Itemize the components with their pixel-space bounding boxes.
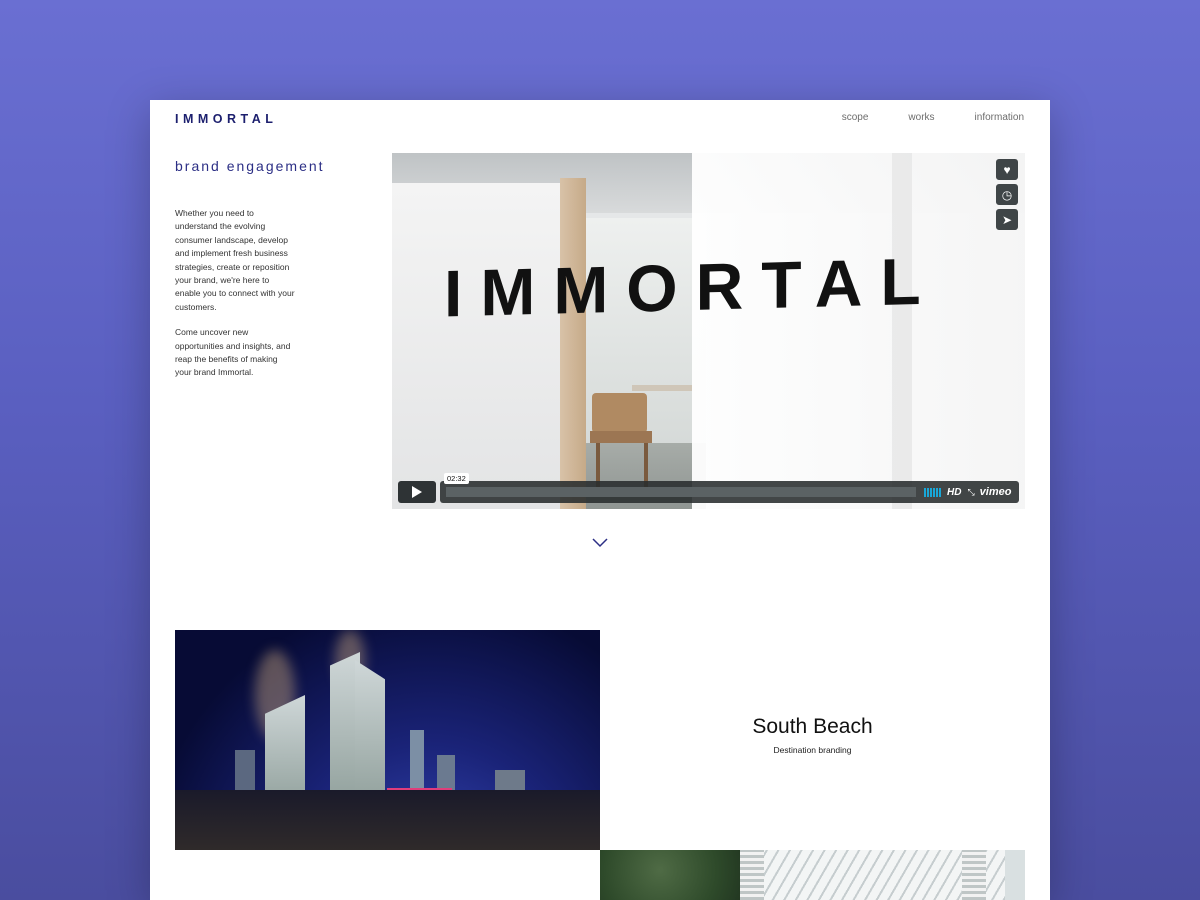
nav-works[interactable]: works bbox=[908, 112, 934, 123]
video-frame-glass bbox=[692, 153, 1025, 509]
volume-icon[interactable] bbox=[924, 487, 941, 497]
intro-paragraph-1: Whether you need to understand the evolv… bbox=[175, 208, 295, 312]
control-bar: 02:32 HD ⤡ vimeo bbox=[440, 473, 1019, 503]
video-frame-glass-edge bbox=[892, 153, 912, 509]
clock-icon[interactable]: ◷ bbox=[996, 184, 1018, 205]
south-beach-image[interactable] bbox=[175, 630, 600, 850]
send-icon[interactable]: ➤ bbox=[996, 209, 1018, 230]
nav-scope[interactable]: scope bbox=[842, 112, 869, 123]
fullscreen-icon[interactable]: ⤡ bbox=[967, 487, 974, 498]
page-headline: brand engagement bbox=[175, 158, 325, 174]
video-side-buttons: ♥ ◷ ➤ bbox=[996, 159, 1018, 230]
video-frame-chair-seat bbox=[590, 431, 652, 443]
image-column bbox=[740, 850, 764, 900]
video-frame-chair bbox=[592, 393, 647, 433]
image-tree bbox=[600, 850, 750, 900]
intro-paragraph-2: Come uncover new opportunities and insig… bbox=[175, 327, 291, 378]
project-title[interactable]: South Beach bbox=[600, 715, 1025, 739]
nav-information[interactable]: information bbox=[975, 112, 1024, 123]
chevron-down-icon[interactable] bbox=[592, 538, 608, 548]
video-frame-door bbox=[560, 178, 586, 509]
video-controls: 02:32 HD ⤡ vimeo bbox=[398, 473, 1019, 503]
play-icon bbox=[412, 486, 422, 498]
video-frame-table bbox=[632, 385, 692, 391]
top-nav: scope works information bbox=[842, 112, 1024, 123]
video-frame-wall bbox=[392, 183, 562, 509]
page-card: IMMORTAL scope works information brand e… bbox=[150, 100, 1050, 900]
logo[interactable]: IMMORTAL bbox=[175, 112, 277, 126]
image-ground bbox=[175, 790, 600, 850]
progress-track[interactable]: 02:32 bbox=[444, 473, 916, 497]
intro-copy: Whether you need to understand the evolv… bbox=[175, 207, 295, 392]
video-timestamp: 02:32 bbox=[444, 473, 469, 484]
hd-toggle[interactable]: HD bbox=[947, 487, 961, 498]
vimeo-logo[interactable]: vimeo bbox=[980, 486, 1012, 498]
image-column bbox=[962, 850, 986, 900]
video-player[interactable]: IMMORTAL ♥ ◷ ➤ 02:32 HD ⤡ vimeo bbox=[392, 153, 1025, 509]
heart-icon[interactable]: ♥ bbox=[996, 159, 1018, 180]
video-overlay-title: IMMORTAL bbox=[444, 243, 939, 331]
play-button[interactable] bbox=[398, 481, 436, 503]
next-project-image[interactable] bbox=[600, 850, 1025, 900]
project-subtitle: Destination branding bbox=[773, 745, 852, 755]
